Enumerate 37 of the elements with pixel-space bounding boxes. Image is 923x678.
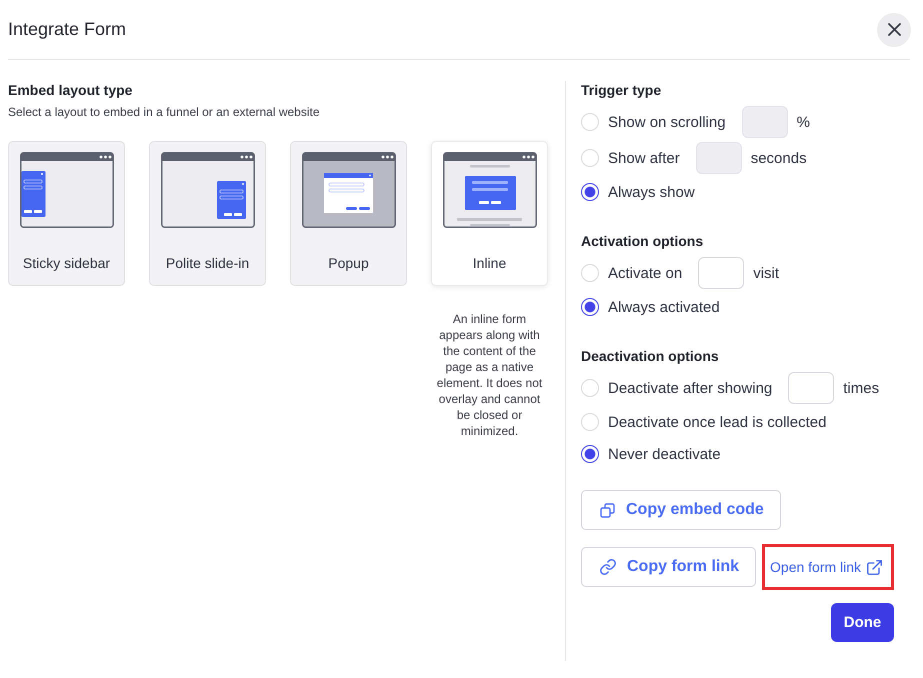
- section-heading: Activation options: [581, 232, 704, 250]
- option-label: Show on scrolling: [608, 114, 726, 130]
- radio-button[interactable]: [581, 298, 599, 316]
- dialog-title: Integrate Form: [8, 19, 126, 40]
- radio-button[interactable]: [581, 445, 599, 463]
- section-heading: Embed layout type: [8, 81, 134, 99]
- section-heading: Deactivation options: [581, 347, 720, 365]
- layout-option[interactable]: Inline: [431, 141, 548, 286]
- copy-form-link-button[interactable]: Copy form link: [581, 547, 756, 587]
- layout-option[interactable]: Sticky sidebar: [8, 141, 125, 286]
- copy-icon: [600, 502, 615, 518]
- number-input[interactable]: [788, 372, 834, 404]
- unit-label: visit: [753, 264, 780, 282]
- close-button[interactable]: [877, 12, 911, 46]
- open-form-link[interactable]: Open form link: [770, 559, 882, 575]
- layout-option[interactable]: Popup: [290, 141, 407, 286]
- option-label: Deactivate once lead is collected: [608, 414, 826, 430]
- option-label: Always show: [608, 184, 695, 200]
- radio-button[interactable]: [581, 183, 599, 201]
- option-label: Never deactivate: [608, 446, 721, 462]
- unit-label: %: [796, 114, 810, 130]
- copy-embed-code-button[interactable]: Copy embed code: [581, 490, 781, 530]
- unit-label: times: [843, 380, 880, 396]
- option-label: Activate on: [608, 264, 682, 282]
- option-label: Show after: [608, 150, 680, 166]
- unit-label: seconds: [750, 150, 807, 166]
- close-icon: [888, 23, 900, 36]
- section-heading: Trigger type: [581, 81, 662, 99]
- layout-option[interactable]: Polite slide-in: [149, 141, 266, 286]
- external-link-icon: [867, 560, 882, 574]
- link-icon: [600, 559, 616, 575]
- option-label: Always activated: [608, 298, 720, 316]
- done-button[interactable]: Done: [831, 603, 894, 642]
- section-subtitle: Select a layout to embed in a funnel or an external website: [8, 104, 321, 120]
- layout-description: An inline form appears along with the content of the page as a native element. It does not overlay and cannot be closed or minimized.: [436, 311, 544, 439]
- option-label: Deactivate after showing: [608, 380, 772, 396]
- number-input[interactable]: [698, 257, 744, 289]
